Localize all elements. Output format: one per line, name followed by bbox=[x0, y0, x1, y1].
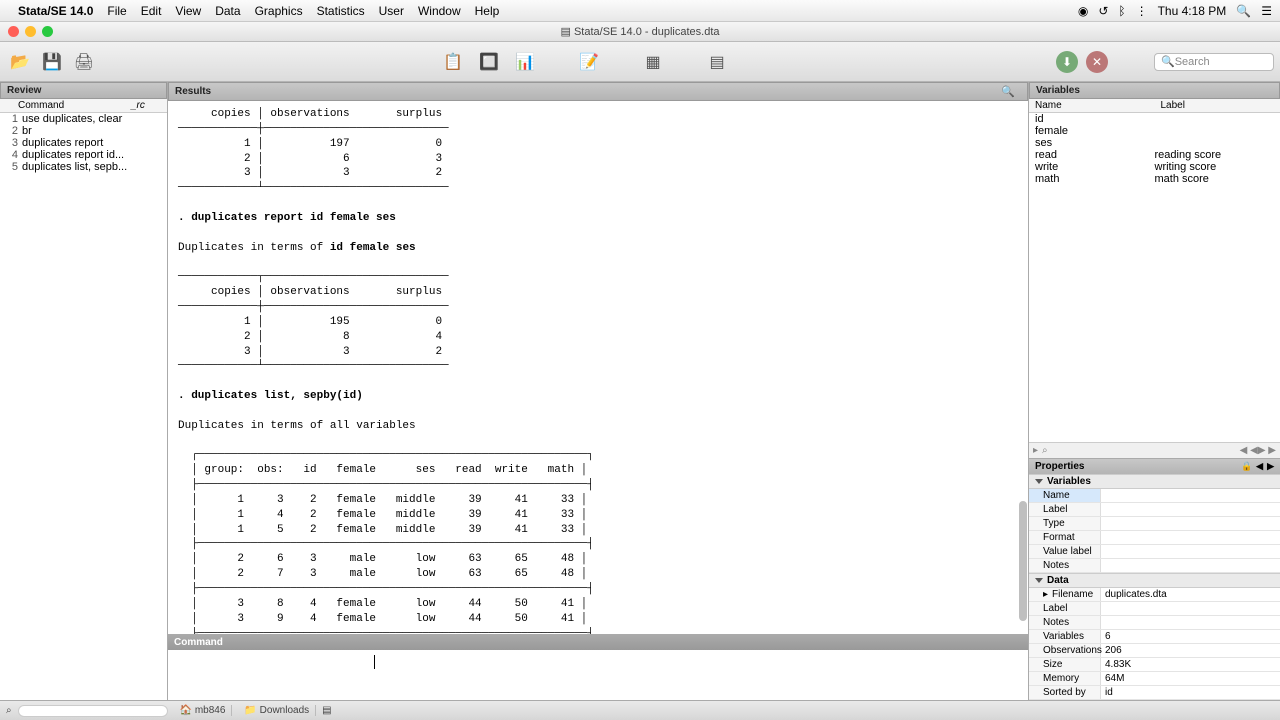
menu-view[interactable]: View bbox=[175, 4, 201, 18]
variable-row[interactable]: readreading score bbox=[1029, 149, 1280, 161]
props-row[interactable]: Notes bbox=[1029, 559, 1280, 573]
props-row[interactable]: Label bbox=[1029, 503, 1280, 517]
viewer-button[interactable]: 🔲 bbox=[475, 48, 503, 76]
review-header: Review bbox=[0, 82, 167, 99]
menu-edit[interactable]: Edit bbox=[141, 4, 162, 18]
props-data-section[interactable]: Data bbox=[1029, 573, 1280, 588]
doc-icon: ▤ bbox=[561, 26, 574, 38]
menu-statistics[interactable]: Statistics bbox=[317, 4, 365, 18]
lock-icon[interactable]: 🔒 bbox=[1241, 461, 1252, 472]
window-titlebar: ▤ Stata/SE 14.0 - duplicates.dta bbox=[0, 22, 1280, 42]
menubar-status: ◉ ↺ ᛒ ⋮ Thu 4:18 PM 🔍 ☰ bbox=[1078, 4, 1272, 18]
command-header: Command bbox=[168, 635, 1028, 650]
results-panel: Results 🔍 copies │ observations surplus … bbox=[168, 82, 1028, 700]
menu-window[interactable]: Window bbox=[418, 4, 461, 18]
mac-menubar: Stata/SE 14.0 File Edit View Data Graphi… bbox=[0, 0, 1280, 22]
review-col-rc[interactable]: _rc bbox=[127, 99, 167, 112]
break-icon[interactable]: ✕ bbox=[1086, 51, 1108, 73]
props-row[interactable]: Name bbox=[1029, 489, 1280, 503]
props-row[interactable]: Label bbox=[1029, 602, 1280, 616]
review-item[interactable]: 1use duplicates, clear bbox=[0, 113, 167, 125]
review-item[interactable]: 3duplicates report bbox=[0, 137, 167, 149]
variable-row[interactable]: writewriting score bbox=[1029, 161, 1280, 173]
variable-row[interactable]: ses bbox=[1029, 137, 1280, 149]
properties-panel: Properties 🔒 ◀ ▶ Variables NameLabelType… bbox=[1029, 458, 1280, 700]
variable-row[interactable]: id bbox=[1029, 113, 1280, 125]
close-window-button[interactable] bbox=[8, 26, 19, 37]
review-item[interactable]: 4duplicates report id... bbox=[0, 149, 167, 161]
review-item[interactable]: 2br bbox=[0, 125, 167, 137]
bluetooth-icon[interactable]: ᛒ bbox=[1118, 4, 1125, 18]
data-editor-button[interactable]: ▦ bbox=[639, 48, 667, 76]
spotlight-icon[interactable]: 🔍 bbox=[1236, 4, 1251, 18]
props-row[interactable]: Size4.83K bbox=[1029, 658, 1280, 672]
menu-user[interactable]: User bbox=[379, 4, 404, 18]
results-body[interactable]: copies │ observations surplus ──────────… bbox=[168, 101, 1028, 634]
vars-col-name[interactable]: Name bbox=[1029, 99, 1155, 112]
filter-disclosure-icon[interactable]: ▸ bbox=[1033, 445, 1038, 456]
prev-var-icon[interactable]: ◀ bbox=[1256, 461, 1263, 472]
menu-graphics[interactable]: Graphics bbox=[255, 4, 303, 18]
status-search-icon[interactable]: ⌕ bbox=[6, 705, 12, 716]
variable-row[interactable]: female bbox=[1029, 125, 1280, 137]
props-row[interactable]: Format bbox=[1029, 531, 1280, 545]
print-button[interactable]: 🖨 bbox=[70, 48, 98, 76]
log-button[interactable]: 📋 bbox=[439, 48, 467, 76]
props-row[interactable]: Variables6 bbox=[1029, 630, 1280, 644]
app-name[interactable]: Stata/SE 14.0 bbox=[18, 4, 93, 18]
minimize-window-button[interactable] bbox=[25, 26, 36, 37]
sync-icon[interactable]: ↺ bbox=[1098, 4, 1108, 18]
statusbar: ⌕ 🏠 mb846 📁 Downloads ▤ bbox=[0, 700, 1280, 720]
menu-data[interactable]: Data bbox=[215, 4, 240, 18]
dofile-editor-button[interactable]: 📝 bbox=[575, 48, 603, 76]
wifi-icon[interactable]: ⋮ bbox=[1136, 4, 1148, 18]
clock[interactable]: Thu 4:18 PM bbox=[1158, 4, 1227, 18]
results-search-icon[interactable]: 🔍 bbox=[1001, 85, 1015, 98]
breadcrumb-tail-icon[interactable]: ▤ bbox=[322, 705, 331, 716]
command-input[interactable] bbox=[168, 650, 1028, 700]
save-button[interactable]: 💾 bbox=[38, 48, 66, 76]
window-title: ▤ Stata/SE 14.0 - duplicates.dta bbox=[561, 25, 720, 38]
toolbar-search[interactable]: 🔍 Search bbox=[1154, 53, 1274, 71]
variable-row[interactable]: mathmath score bbox=[1029, 173, 1280, 185]
breadcrumb-home[interactable]: 🏠 mb846 bbox=[174, 705, 233, 716]
review-panel: Review Command _rc 1use duplicates, clea… bbox=[0, 82, 168, 700]
props-row[interactable]: ▸Filenameduplicates.dta bbox=[1029, 588, 1280, 602]
status-search-input[interactable] bbox=[18, 705, 168, 717]
menu-extras-icon[interactable]: ☰ bbox=[1261, 4, 1272, 18]
properties-title: Properties bbox=[1035, 461, 1084, 472]
props-row[interactable]: Notes bbox=[1029, 616, 1280, 630]
review-col-command[interactable]: Command bbox=[0, 99, 127, 112]
props-row[interactable]: Memory64M bbox=[1029, 672, 1280, 686]
menu-file[interactable]: File bbox=[107, 4, 126, 18]
download-icon[interactable]: ⬇ bbox=[1056, 51, 1078, 73]
search-icon: 🔍 bbox=[1161, 55, 1175, 68]
open-button[interactable]: 📂 bbox=[6, 48, 34, 76]
variables-filter[interactable]: ▸ ⌕ ◀ ◀▶ ▶ bbox=[1029, 442, 1280, 458]
record-icon[interactable]: ◉ bbox=[1078, 4, 1088, 18]
results-scrollbar-thumb[interactable] bbox=[1019, 501, 1027, 621]
zoom-window-button[interactable] bbox=[42, 26, 53, 37]
toolbar: 📂 💾 🖨 📋 🔲 📊 📝 ▦ ▤ ⬇ ✕ 🔍 Search bbox=[0, 42, 1280, 82]
props-row[interactable]: Observations206 bbox=[1029, 644, 1280, 658]
variables-header: Variables bbox=[1029, 82, 1280, 99]
props-row[interactable]: Value label bbox=[1029, 545, 1280, 559]
review-item[interactable]: 5duplicates list, sepb... bbox=[0, 161, 167, 173]
filter-nav-icons[interactable]: ◀ ◀▶ ▶ bbox=[1240, 445, 1276, 456]
variables-list[interactable]: idfemalesesreadreading scorewritewriting… bbox=[1029, 113, 1280, 442]
graph-button[interactable]: 📊 bbox=[511, 48, 539, 76]
props-row[interactable]: Type bbox=[1029, 517, 1280, 531]
data-browser-button[interactable]: ▤ bbox=[703, 48, 731, 76]
next-var-icon[interactable]: ▶ bbox=[1267, 461, 1274, 472]
menu-help[interactable]: Help bbox=[475, 4, 500, 18]
props-vars-section[interactable]: Variables bbox=[1029, 474, 1280, 489]
vars-col-label[interactable]: Label bbox=[1155, 99, 1280, 112]
breadcrumb-downloads[interactable]: 📁 Downloads bbox=[238, 705, 316, 716]
props-row[interactable]: Sorted byid bbox=[1029, 686, 1280, 700]
results-header: Results 🔍 bbox=[168, 82, 1028, 101]
review-list[interactable]: 1use duplicates, clear2br3duplicates rep… bbox=[0, 113, 167, 700]
